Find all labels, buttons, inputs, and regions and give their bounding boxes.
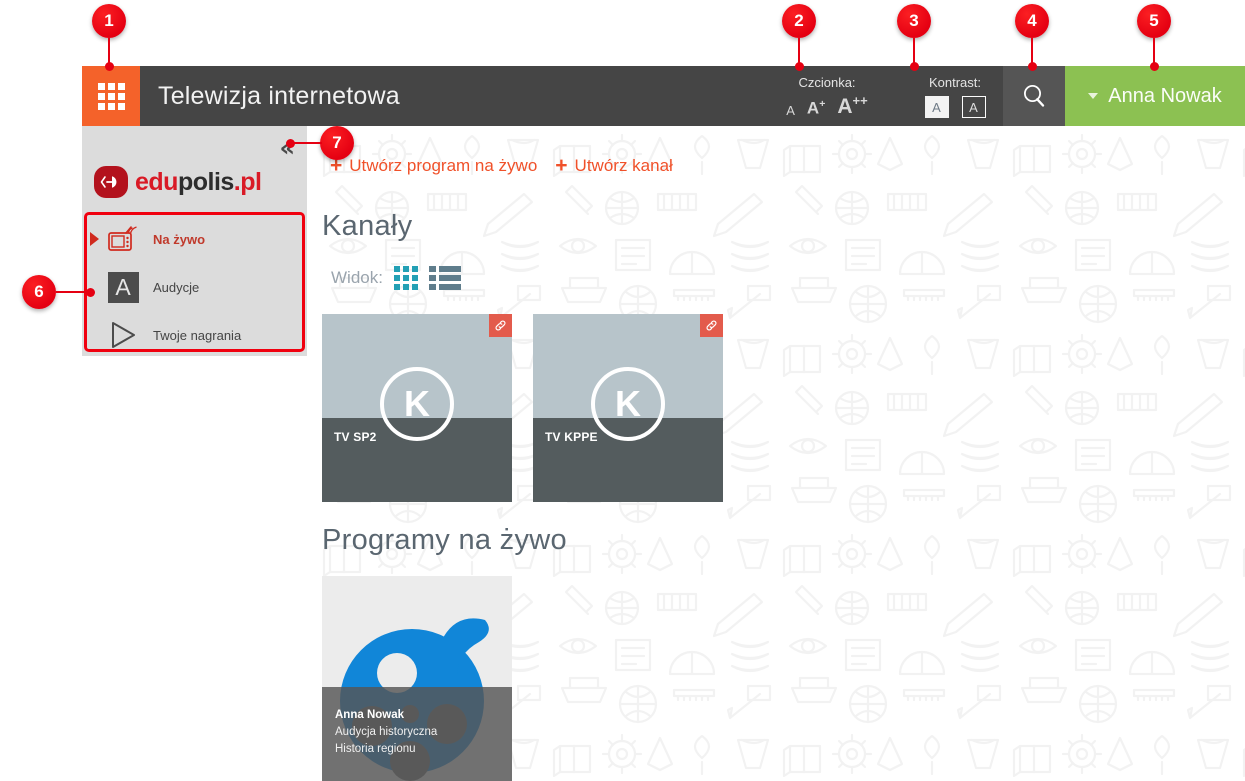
create-channel-button[interactable]: + Utwórz kanał (555, 155, 673, 176)
callout-badge: 3 (897, 4, 931, 38)
letter-a-glyph: A (107, 271, 139, 303)
avatar: K (380, 367, 454, 441)
search-button[interactable] (1003, 66, 1065, 126)
program-name: Historia regionu (335, 743, 416, 755)
link-badge-button[interactable] (489, 314, 512, 337)
callout-dot (286, 138, 295, 148)
apps-menu-button[interactable] (82, 66, 140, 126)
main-content: + Utwórz program na żywo + Utwórz kanał … (322, 128, 1245, 781)
link-icon (706, 320, 717, 331)
channel-card[interactable]: K TV SP2 (322, 314, 512, 502)
sidebar-item-audycje[interactable]: A Audycje (87, 263, 302, 311)
user-name-label: Anna Nowak (1108, 84, 1222, 107)
callout-dot (86, 287, 95, 297)
callout-dot (909, 62, 919, 71)
sidebar-item-twoje-nagrania[interactable]: Twoje nagrania (87, 311, 302, 359)
user-menu-button[interactable]: Anna Nowak (1065, 66, 1245, 126)
callout-badge: 2 (782, 4, 816, 38)
play-triangle-icon (107, 320, 139, 350)
font-size-normal-label: A (786, 103, 795, 118)
view-label: Widok: (331, 268, 383, 287)
grid-apps-icon (97, 82, 125, 110)
list-view-icon[interactable] (428, 266, 461, 290)
channels-section-title: Kanały (322, 210, 413, 242)
sidebar-menu: Na żywo A Audycje Twoje nagrania (87, 215, 302, 359)
sidebar: « edupolis.pl Na żywo A Audycje Twoje na… (82, 126, 307, 356)
contrast-light-button[interactable]: A (924, 96, 949, 118)
active-indicator-icon (90, 232, 99, 246)
callout-dot (794, 62, 804, 71)
font-size-label: Czcionka: (798, 75, 856, 90)
callout-5: 5 (1137, 4, 1171, 71)
avatar: K (591, 367, 665, 441)
font-size-large-sup: + (819, 98, 826, 111)
contrast-controls: Kontrast: A A (894, 66, 1016, 126)
sidebar-menu-highlight: Na żywo A Audycje Twoje nagrania (84, 212, 305, 352)
app-header: Telewizja internetowa Czcionka: A A+ A++… (82, 66, 1245, 126)
create-live-program-button[interactable]: + Utwórz program na żywo (330, 155, 537, 176)
callout-dot (104, 62, 114, 71)
edupolis-logo-icon (94, 166, 128, 198)
callout-badge: 7 (320, 126, 354, 160)
sidebar-item-twoje-nagrania-label: Twoje nagrania (153, 327, 242, 343)
font-size-xlarge-label: A (837, 95, 853, 118)
create-live-program-label: Utwórz program na żywo (349, 155, 538, 175)
tv-broadcast-icon (107, 224, 139, 254)
action-bar: + Utwórz program na żywo + Utwórz kanał (330, 155, 673, 176)
programs-section-title: Programy na żywo (322, 524, 567, 556)
callout-3: 3 (897, 4, 931, 71)
plus-icon: + (555, 154, 568, 177)
page-title: Telewizja internetowa (158, 81, 400, 110)
font-size-large-button[interactable]: A+ (806, 99, 826, 117)
brand-part-pl: .pl (233, 167, 262, 196)
callout-badge: 4 (1015, 4, 1049, 38)
font-size-large-label: A (806, 99, 820, 118)
program-card-text: Anna Nowak Audycja historyczna Historia … (335, 709, 437, 760)
contrast-label: Kontrast: (928, 75, 982, 90)
contrast-dark-button[interactable]: A (961, 96, 986, 118)
link-icon (495, 320, 506, 331)
callout-badge: 6 (22, 275, 56, 309)
chevron-down-icon (1088, 93, 1099, 99)
link-badge-button[interactable] (700, 314, 723, 337)
callout-dot (1027, 62, 1037, 71)
channel-name: TV KPPE (545, 430, 598, 444)
channel-card-list: K TV SP2 K TV KPPE (322, 314, 723, 502)
brand-part-edu: edu (135, 167, 178, 196)
program-author: Anna Nowak (335, 709, 405, 721)
search-icon (1024, 85, 1045, 107)
callout-7: 7 (286, 126, 354, 160)
callout-badge: 5 (1137, 4, 1171, 38)
brand-wordmark: edupolis.pl (135, 167, 262, 196)
channel-name: TV SP2 (334, 430, 377, 444)
grid-view-icon[interactable] (393, 266, 418, 290)
callout-line (56, 291, 90, 293)
brand-part-polis: polis (177, 167, 234, 196)
create-channel-label: Utwórz kanał (574, 155, 673, 175)
sidebar-item-audycje-label: Audycje (153, 279, 200, 295)
callout-dot (1149, 62, 1159, 71)
font-size-controls: Czcionka: A A+ A++ (762, 66, 892, 126)
view-switcher: Widok: (331, 266, 461, 290)
callout-6: 6 (22, 275, 95, 309)
app-root: Telewizja internetowa Czcionka: A A+ A++… (0, 0, 1245, 781)
callout-1: 1 (92, 4, 126, 71)
font-size-xlarge-sup: ++ (852, 93, 868, 108)
channel-card[interactable]: K TV KPPE (533, 314, 723, 502)
program-card[interactable]: Anna Nowak Audycja historyczna Historia … (322, 576, 512, 781)
sidebar-item-na-zywo[interactable]: Na żywo (87, 215, 302, 263)
callout-2: 2 (782, 4, 816, 71)
edupolis-mark-glyph (100, 176, 117, 188)
program-card-list: Anna Nowak Audycja historyczna Historia … (322, 576, 512, 781)
brand-logo: edupolis.pl (94, 166, 262, 198)
callout-4: 4 (1015, 4, 1049, 71)
program-type: Audycja historyczna (335, 726, 438, 738)
letter-a-icon: A (107, 271, 139, 303)
font-size-normal-button[interactable]: A (785, 104, 796, 117)
sidebar-item-na-zywo-label: Na żywo (153, 231, 206, 247)
callout-badge: 1 (92, 4, 126, 38)
font-size-xlarge-button[interactable]: A++ (836, 94, 868, 117)
